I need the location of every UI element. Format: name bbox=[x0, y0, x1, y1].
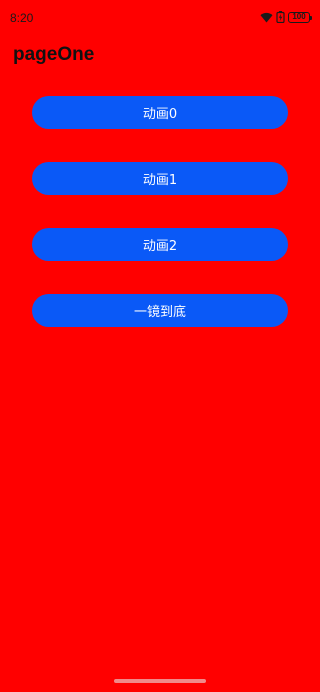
status-bar: 8:20 100 bbox=[0, 0, 320, 36]
one-shot-transition-button[interactable]: 一镜到底 bbox=[32, 294, 288, 327]
home-indicator[interactable] bbox=[114, 679, 206, 683]
wifi-icon bbox=[260, 12, 273, 23]
page-title: pageOne bbox=[13, 44, 95, 65]
animation-0-button[interactable]: 动画0 bbox=[32, 96, 288, 129]
battery-saver-icon bbox=[276, 11, 285, 23]
battery-level: 100 bbox=[292, 12, 306, 21]
status-icons: 100 bbox=[260, 11, 312, 23]
status-time: 8:20 bbox=[10, 11, 34, 25]
battery-icon: 100 bbox=[288, 11, 312, 23]
animation-2-button[interactable]: 动画2 bbox=[32, 228, 288, 261]
animation-1-button[interactable]: 动画1 bbox=[32, 162, 288, 195]
